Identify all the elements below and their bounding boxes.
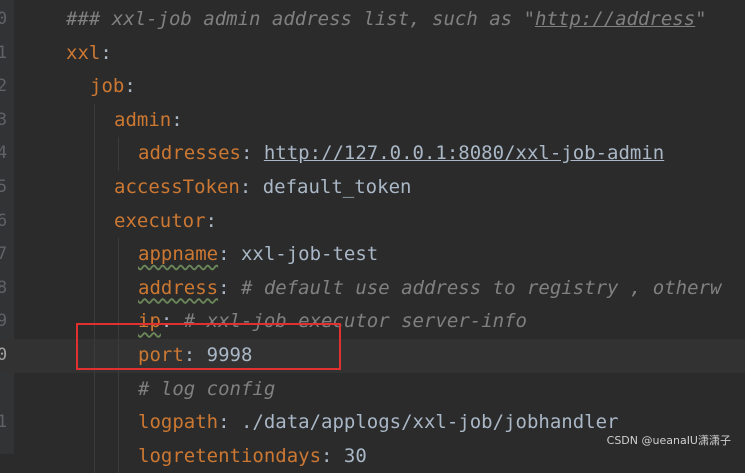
code-text[interactable]: executor:	[114, 205, 217, 239]
port-highlight-box	[76, 323, 341, 370]
code-text[interactable]: admin:	[114, 104, 183, 138]
yaml-value: default_token	[262, 176, 412, 198]
yaml-value: :	[218, 276, 241, 299]
indent-guide	[94, 238, 95, 272]
yaml-value: http://127.0.0.1:8080/xxl-job-admin	[263, 142, 665, 165]
yaml-value: :	[321, 444, 344, 467]
code-line[interactable]: 2 job:	[0, 70, 745, 104]
yaml-comment: # log config	[138, 377, 276, 400]
code-editor[interactable]: 0 ### xxl-job admin address list, such as…	[0, 0, 745, 473]
yaml-value: ./data/applogs/xxl-job/jobhandler	[240, 411, 619, 434]
code-line[interactable]: 1 xxl:	[0, 37, 745, 71]
yaml-comment: "	[523, 8, 536, 30]
indent-guide	[94, 204, 95, 239]
indent-guide	[94, 271, 95, 306]
code-line[interactable]: 5 accessToken: default_token	[0, 171, 745, 205]
code-text[interactable]: addresses: http://127.0.0.1:8080/xxl-job…	[138, 137, 664, 171]
code-line[interactable]: 8 address: # default use address to regis…	[0, 271, 745, 306]
yaml-value: :	[205, 209, 217, 232]
indent-guide	[94, 439, 95, 473]
indent-guide	[118, 271, 119, 306]
yaml-key: address	[138, 276, 219, 299]
indent-guide	[94, 372, 95, 407]
code-text[interactable]: logretentiondays: 30	[138, 440, 367, 473]
yaml-value: :	[124, 75, 136, 98]
yaml-comment: ### xxl-job admin address list, such as	[66, 8, 524, 30]
yaml-key: appname	[138, 243, 219, 266]
line-number: 0	[0, 345, 8, 365]
line-number: 1	[0, 42, 8, 63]
yaml-key: logpath	[138, 411, 219, 434]
code-text[interactable]: accessToken: default_token	[114, 171, 411, 205]
code-text[interactable]: appname: xxl-job-test	[138, 238, 378, 272]
code-text[interactable]: ### xxl-job admin address list, such as …	[66, 3, 707, 37]
indent-guide	[118, 406, 119, 440]
yaml-comment: http://address	[535, 8, 696, 30]
line-number: 6	[0, 210, 8, 231]
yaml-comment: "	[695, 8, 707, 30]
indent-guide	[94, 406, 95, 440]
code-text[interactable]: xxl:	[66, 37, 112, 71]
yaml-key: addresses	[138, 142, 241, 165]
yaml-value: :	[239, 176, 263, 198]
code-text[interactable]: logpath: ./data/applogs/xxl-job/jobhandl…	[138, 406, 618, 440]
yaml-key: xxl	[66, 41, 101, 64]
yaml-key: job	[90, 75, 125, 98]
indent-guide	[118, 137, 119, 171]
indent-guide	[118, 238, 119, 272]
line-number: 7	[0, 244, 8, 265]
watermark: CSDN @ueanaIU潇潇子	[606, 434, 731, 447]
code-line[interactable]: # log config	[0, 372, 745, 407]
indent-guide	[94, 171, 95, 205]
code-text[interactable]: job:	[90, 70, 136, 104]
yaml-value: 30	[343, 444, 367, 467]
yaml-key: executor	[114, 209, 206, 232]
code-line[interactable]: 4 addresses: http://127.0.0.1:8080/xxl-jo…	[0, 137, 745, 171]
yaml-value: :	[171, 108, 183, 131]
line-number: 5	[0, 177, 8, 197]
line-number: 8	[0, 277, 8, 298]
indent-guide	[94, 103, 95, 138]
line-number: 4	[0, 143, 8, 164]
line-number: 0	[0, 9, 8, 29]
code-line[interactable]: 6 executor:	[0, 204, 745, 239]
yaml-value: :	[240, 142, 264, 165]
line-number: 9	[0, 311, 8, 332]
yaml-value: :	[100, 41, 112, 64]
yaml-key: admin	[114, 108, 172, 131]
yaml-value: xxl-job-test	[240, 243, 379, 266]
code-line[interactable]: 7 appname: xxl-job-test	[0, 238, 745, 272]
code-text[interactable]: # log config	[138, 373, 275, 407]
code-text[interactable]: address: # default use address to regist…	[138, 272, 721, 306]
yaml-value: :	[218, 411, 241, 434]
indent-guide	[118, 439, 119, 473]
code-line[interactable]: 3 admin:	[0, 103, 745, 138]
code-line[interactable]: 0 ### xxl-job admin address list, such as…	[0, 3, 745, 37]
yaml-comment: # default use address to registry , othe…	[240, 276, 722, 299]
yaml-key: logretentiondays	[138, 444, 322, 467]
indent-guide	[94, 137, 95, 171]
yaml-key: accessToken	[114, 176, 240, 198]
indent-guide	[118, 372, 119, 407]
line-number: 2	[0, 76, 8, 97]
yaml-value: :	[218, 243, 241, 266]
line-number: 3	[0, 109, 8, 130]
line-number: 1	[0, 412, 8, 433]
